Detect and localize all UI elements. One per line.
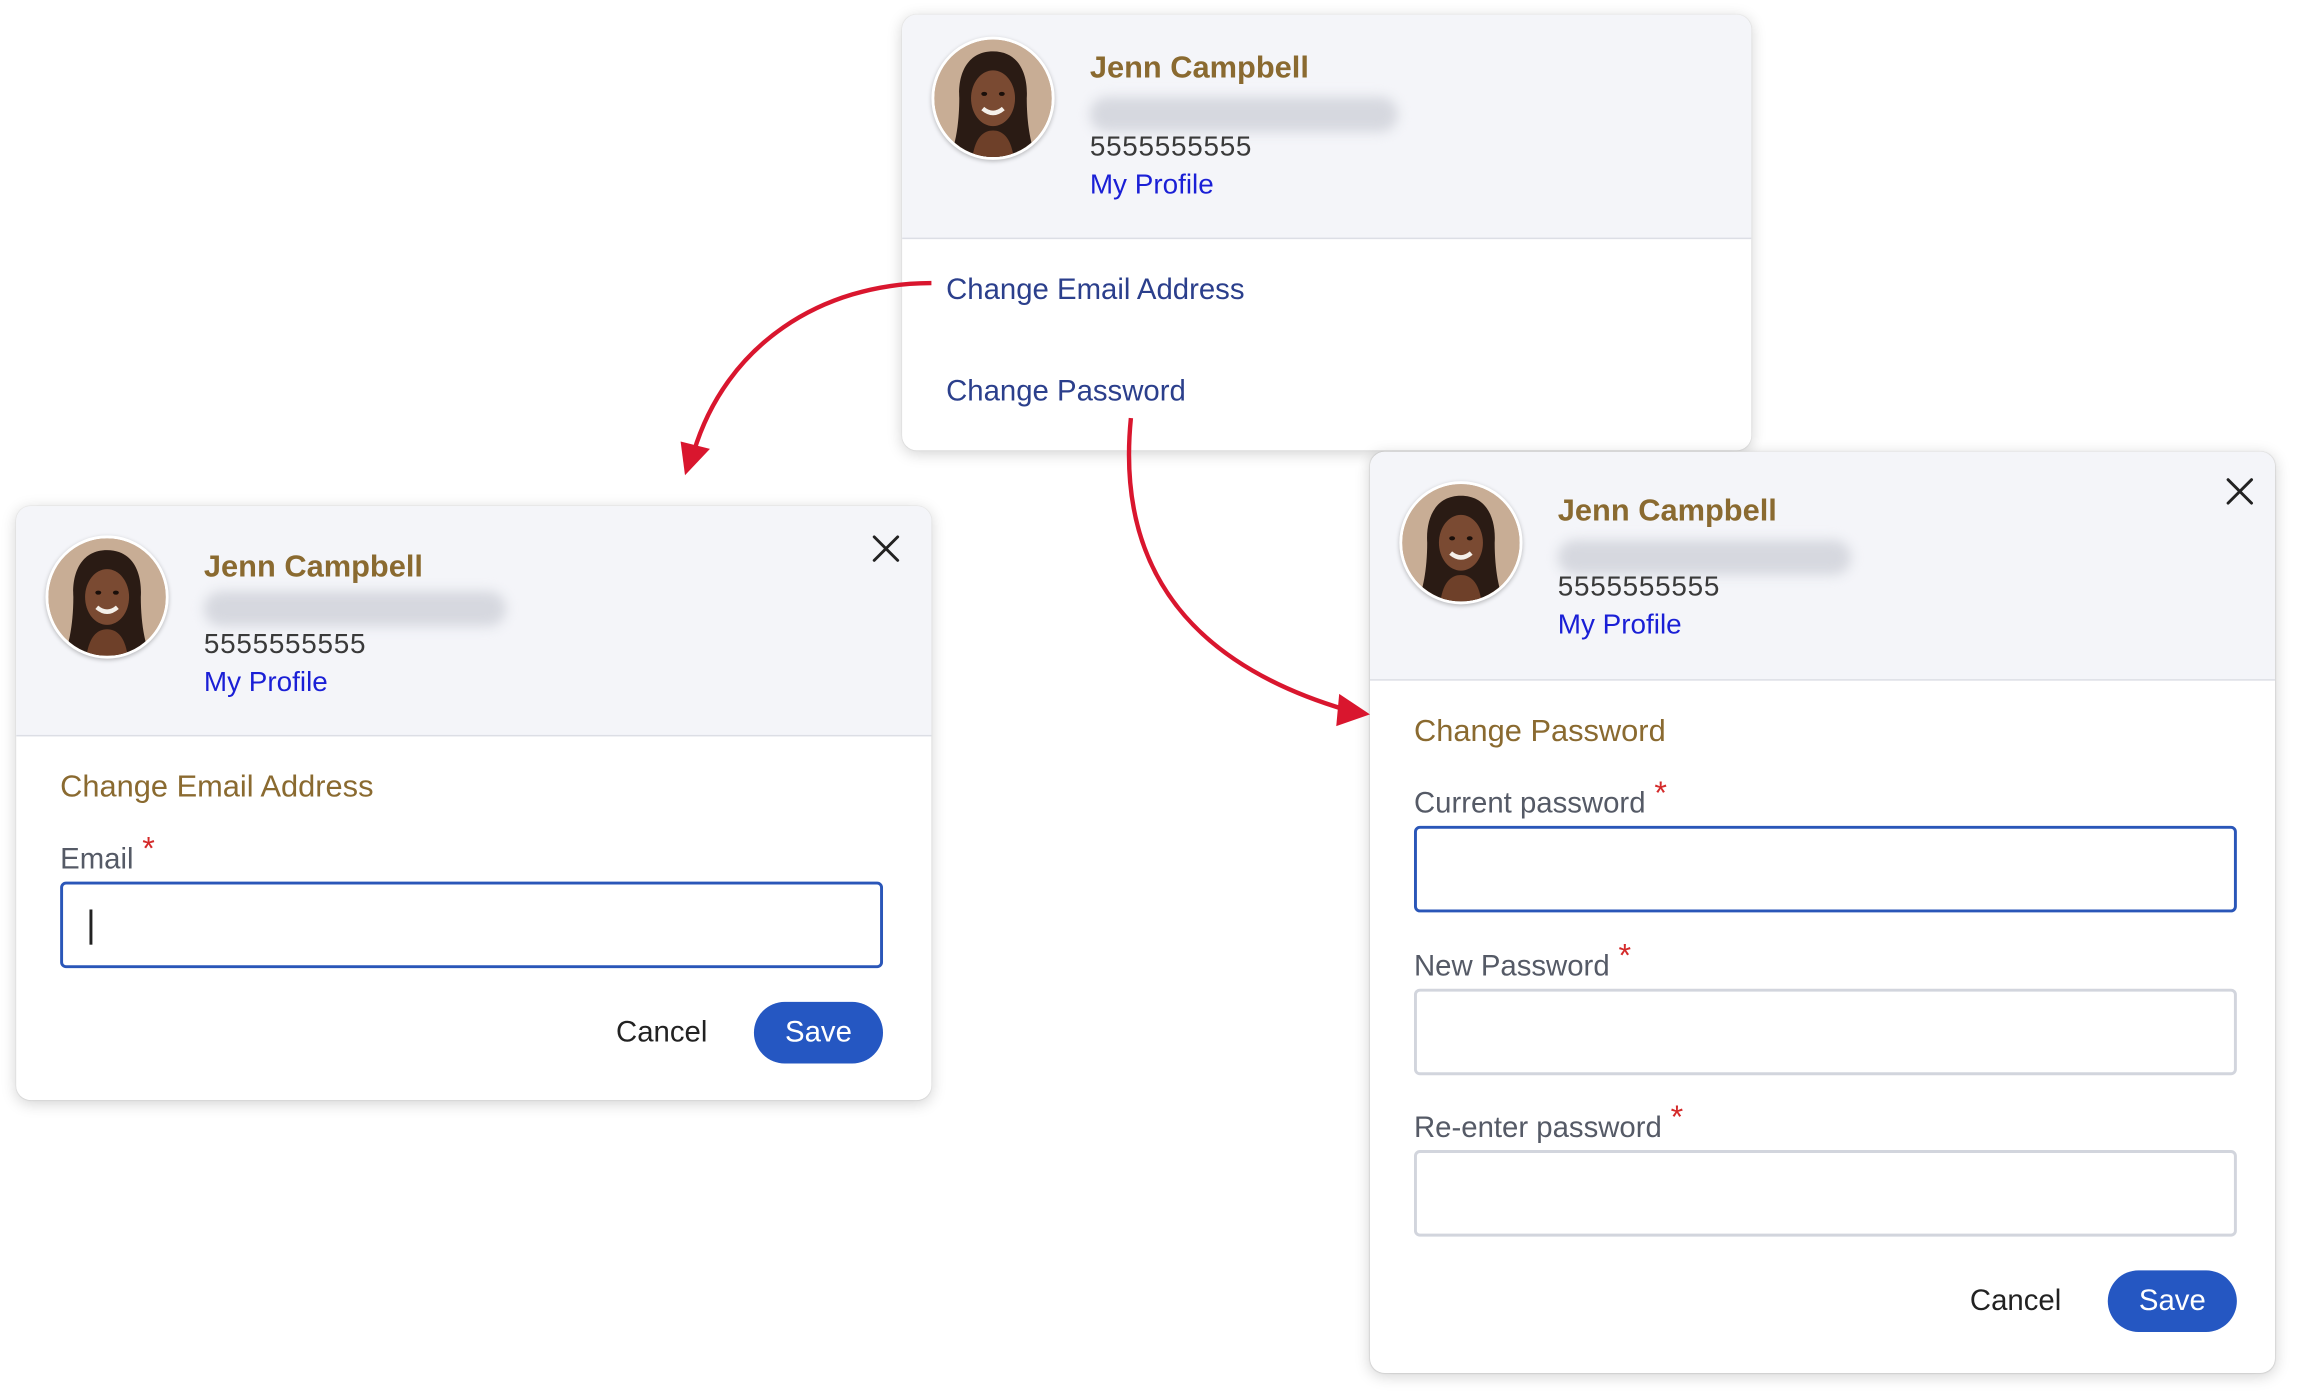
avatar [1399, 481, 1523, 605]
new-password-label: New Password * [1413, 937, 1631, 984]
reenter-password-input[interactable] [1413, 1150, 2237, 1237]
user-phone: 5555555555 [1089, 132, 1253, 163]
menu-item-change-password[interactable]: Change Password [946, 376, 1186, 410]
current-password-input[interactable] [1413, 825, 2237, 913]
avatar [931, 36, 1055, 160]
close-icon [2226, 478, 2254, 505]
save-button[interactable]: Save [753, 1001, 884, 1064]
my-profile-link[interactable]: My Profile [204, 667, 328, 699]
email-input[interactable] [60, 881, 884, 969]
save-button[interactable]: Save [2107, 1270, 2237, 1332]
reenter-password-label-text: Re-enter password [1413, 1111, 1662, 1145]
avatar-image [934, 39, 1052, 157]
avatar [45, 535, 169, 659]
user-name: Jenn Campbell [1089, 51, 1309, 86]
user-name: Jenn Campbell [203, 550, 423, 584]
close-button[interactable] [868, 531, 903, 566]
close-button[interactable] [2222, 474, 2257, 509]
required-marker: * [1670, 1098, 1684, 1136]
user-email-redacted [1557, 539, 1852, 576]
required-marker: * [1618, 937, 1632, 975]
change-password-dialog: Jenn Campbell 5555555555 My Profile Chan… [1369, 451, 2276, 1374]
user-email-redacted [1089, 96, 1398, 133]
new-password-input[interactable] [1413, 988, 2237, 1076]
stage: Jenn Campbell 5555555555 My Profile Chan… [0, 0, 2300, 1398]
change-email-dialog: Jenn Campbell 5555555555 My Profile Chan… [16, 506, 932, 1101]
current-password-label: Current password * [1413, 775, 1667, 821]
text-caret [89, 909, 93, 945]
dialog-header: Jenn Campbell 5555555555 My Profile [16, 506, 932, 737]
avatar-image [1402, 484, 1520, 602]
required-marker: * [1654, 774, 1667, 812]
reenter-password-label: Re-enter password * [1413, 1099, 1683, 1146]
user-name: Jenn Campbell [1557, 494, 1777, 529]
user-email-redacted [203, 591, 507, 627]
avatar-image [48, 538, 166, 656]
account-dropdown: Jenn Campbell 5555555555 My Profile Chan… [902, 14, 1752, 451]
email-label-text: Email [60, 843, 134, 876]
user-phone: 5555555555 [203, 629, 367, 661]
current-password-label-text: Current password [1413, 787, 1646, 820]
cancel-button[interactable]: Cancel [1970, 1285, 2061, 1319]
dialog-title: Change Email Address [60, 770, 374, 804]
email-label: Email * [60, 830, 155, 877]
arrow-icon [680, 280, 932, 476]
close-icon [872, 535, 900, 562]
my-profile-link[interactable]: My Profile [1090, 170, 1214, 202]
menu-item-change-email[interactable]: Change Email Address [946, 274, 1244, 308]
account-header: Jenn Campbell 5555555555 My Profile [902, 14, 1752, 240]
required-marker: * [142, 830, 155, 867]
dialog-header: Jenn Campbell 5555555555 My Profile [1369, 451, 2276, 681]
my-profile-link[interactable]: My Profile [1558, 610, 1682, 642]
cancel-button[interactable]: Cancel [616, 1017, 707, 1051]
arrow-icon [1126, 417, 1370, 727]
user-phone: 5555555555 [1557, 572, 1721, 603]
dialog-title: Change Password [1413, 714, 1666, 749]
new-password-label-text: New Password [1413, 950, 1610, 983]
